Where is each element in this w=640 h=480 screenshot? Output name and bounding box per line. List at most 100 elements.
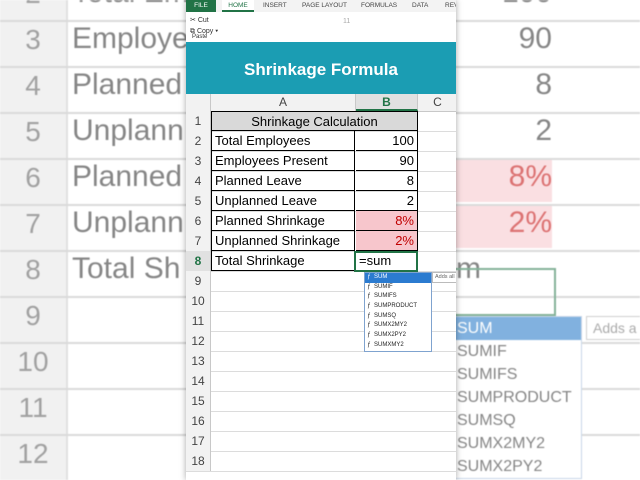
bg-row-number: 5 <box>25 116 41 147</box>
value-cell[interactable]: 2% <box>356 231 418 251</box>
bg-autocomplete-item: SUM <box>453 317 581 340</box>
bg-autocomplete-item: SUMIF <box>457 343 507 360</box>
autocomplete-item-label: SUMPRODUCT <box>374 303 417 310</box>
label-cell[interactable]: Unplanned Leave <box>211 191 355 211</box>
tab-insert[interactable]: INSERT <box>263 0 287 12</box>
bg-function-tooltip: Adds a <box>586 316 640 340</box>
video-title-banner: Shrinkage Formula <box>186 42 456 97</box>
row-number[interactable]: 15 <box>186 391 211 411</box>
table-title-cell[interactable]: Shrinkage Calculation <box>211 111 418 131</box>
label-cell[interactable]: Planned Leave <box>211 171 355 191</box>
tab-file[interactable]: FILE <box>186 0 216 12</box>
bg-active-cell-outline <box>452 268 556 316</box>
autocomplete-item-label: SUM <box>374 274 388 280</box>
row-number[interactable]: 10 <box>186 291 211 311</box>
select-all-corner[interactable] <box>186 94 211 111</box>
row-number[interactable]: 6 <box>186 211 211 231</box>
autocomplete-item[interactable]: ƒ SUMX2MY2 <box>365 321 431 331</box>
autocomplete-item[interactable]: ƒ SUMIFS <box>365 292 431 302</box>
autocomplete-item[interactable]: ƒ SUMXMY2 <box>365 341 431 351</box>
function-icon: ƒ <box>367 283 371 290</box>
value-cell[interactable]: 8% <box>356 211 418 231</box>
table-row: 3 Employees Present 90 <box>186 151 456 172</box>
value-cell[interactable]: 8 <box>356 171 418 191</box>
bg-row-number: 2 <box>0 0 66 10</box>
function-icon: ƒ <box>367 312 371 319</box>
table-row: 13 <box>186 351 456 372</box>
scissors-icon: ✂ <box>190 17 196 24</box>
row-number[interactable]: 14 <box>186 371 211 391</box>
function-icon: ƒ <box>367 322 371 329</box>
bg-row-number: 3 <box>25 24 41 55</box>
tab-home[interactable]: HOME <box>222 0 254 12</box>
autocomplete-item[interactable]: ƒ SUMIF <box>365 283 431 293</box>
row-number[interactable]: 7 <box>186 231 211 251</box>
bg-autocomplete-item: SUMSQ <box>457 412 516 429</box>
label-cell[interactable]: Unplanned Shrinkage <box>211 231 355 251</box>
paste-button[interactable]: Paste <box>192 34 207 40</box>
row-number[interactable]: 12 <box>186 331 211 351</box>
autocomplete-item-label: SUMXMY2 <box>374 341 404 348</box>
ribbon-tabs: FILE HOME INSERT PAGE LAYOUT FORMULAS DA… <box>186 0 456 12</box>
tab-data[interactable]: DATA <box>412 0 428 12</box>
excel-window: FILE HOME INSERT PAGE LAYOUT FORMULAS DA… <box>186 0 456 480</box>
function-autocomplete-list: ƒ SUM ƒ SUMIF ƒ SUMIFS ƒ SUMPRODUCT ƒ SUMSQ ƒ SUMX2… <box>364 272 432 352</box>
value-cell[interactable]: 2 <box>356 191 418 211</box>
tab-formulas[interactable]: FORMULAS <box>361 0 397 12</box>
autocomplete-item[interactable]: ƒ SUMSQ <box>365 312 431 322</box>
table-row: 15 <box>186 391 456 412</box>
bg-row-number: 9 <box>25 300 41 331</box>
label-cell[interactable]: Employees Present <box>211 151 355 171</box>
bg-value-cell: 2% <box>452 206 552 248</box>
autocomplete-item-label: SUMSQ <box>374 312 397 319</box>
row-number[interactable]: 18 <box>186 451 211 471</box>
autocomplete-item[interactable]: ƒ SUMPRODUCT <box>365 302 431 312</box>
label-cell[interactable]: Total Shrinkage <box>211 251 355 271</box>
row-number[interactable]: 4 <box>186 171 211 191</box>
row-number[interactable]: 3 <box>186 151 211 171</box>
row-number[interactable]: 17 <box>186 431 211 451</box>
bg-value-cell: 8% <box>452 160 552 202</box>
column-header-c[interactable]: C <box>419 94 456 111</box>
row-number[interactable]: 13 <box>186 351 211 371</box>
row-number[interactable]: 1 <box>186 111 211 131</box>
table-row: 1 Shrinkage Calculation <box>186 111 456 132</box>
bg-row-number: 8 <box>25 254 41 285</box>
bg-autocomplete-item: SUMPRODUCT <box>457 389 572 406</box>
table-row: 17 <box>186 431 456 452</box>
table-row: 8 Total Shrinkage =sum <box>186 251 456 272</box>
value-cell[interactable]: 90 <box>356 151 418 171</box>
autocomplete-item[interactable]: ƒ SUMX2PY2 <box>365 331 431 341</box>
cut-label: Cut <box>197 17 209 24</box>
bg-row-number: 11 <box>18 392 48 423</box>
bg-value-cell: 8 <box>535 68 552 101</box>
row-number[interactable]: 9 <box>186 271 211 291</box>
row-number[interactable]: 11 <box>186 311 211 331</box>
function-icon: ƒ <box>367 332 371 339</box>
cut-button[interactable]: ✂ Cut <box>190 15 218 26</box>
bg-row-number: 10 <box>17 346 49 377</box>
ribbon: FILE HOME INSERT PAGE LAYOUT FORMULAS DA… <box>186 0 456 43</box>
value-cell[interactable]: 100 <box>356 131 418 151</box>
row-number[interactable]: 8 <box>186 251 211 271</box>
autocomplete-item[interactable]: ƒ SUM <box>365 273 431 283</box>
column-header-a[interactable]: A <box>211 94 356 111</box>
row-number[interactable]: 5 <box>186 191 211 211</box>
tab-page-layout[interactable]: PAGE LAYOUT <box>302 0 347 12</box>
label-cell[interactable]: Total Employees <box>211 131 355 151</box>
column-headers: A B C <box>186 94 456 112</box>
table-row: 2 Total Employees 100 <box>186 131 456 152</box>
bg-value-cell: 90 <box>518 22 552 55</box>
autocomplete-item-label: SUMIF <box>374 283 393 290</box>
label-cell[interactable]: Planned Shrinkage <box>211 211 355 231</box>
tab-review[interactable]: REV <box>445 0 456 12</box>
row-number[interactable]: 2 <box>186 131 211 151</box>
autocomplete-item-label: SUMX2PY2 <box>374 332 407 339</box>
table-row: 14 <box>186 371 456 392</box>
active-cell-outline <box>354 251 418 272</box>
column-header-b[interactable]: B <box>356 94 418 111</box>
row-number[interactable]: 16 <box>186 411 211 431</box>
table-row: 7 Unplanned Shrinkage 2% <box>186 231 456 252</box>
bg-autocomplete-item: SUMIFS <box>457 366 518 383</box>
font-size-box[interactable]: 11 <box>343 18 350 25</box>
